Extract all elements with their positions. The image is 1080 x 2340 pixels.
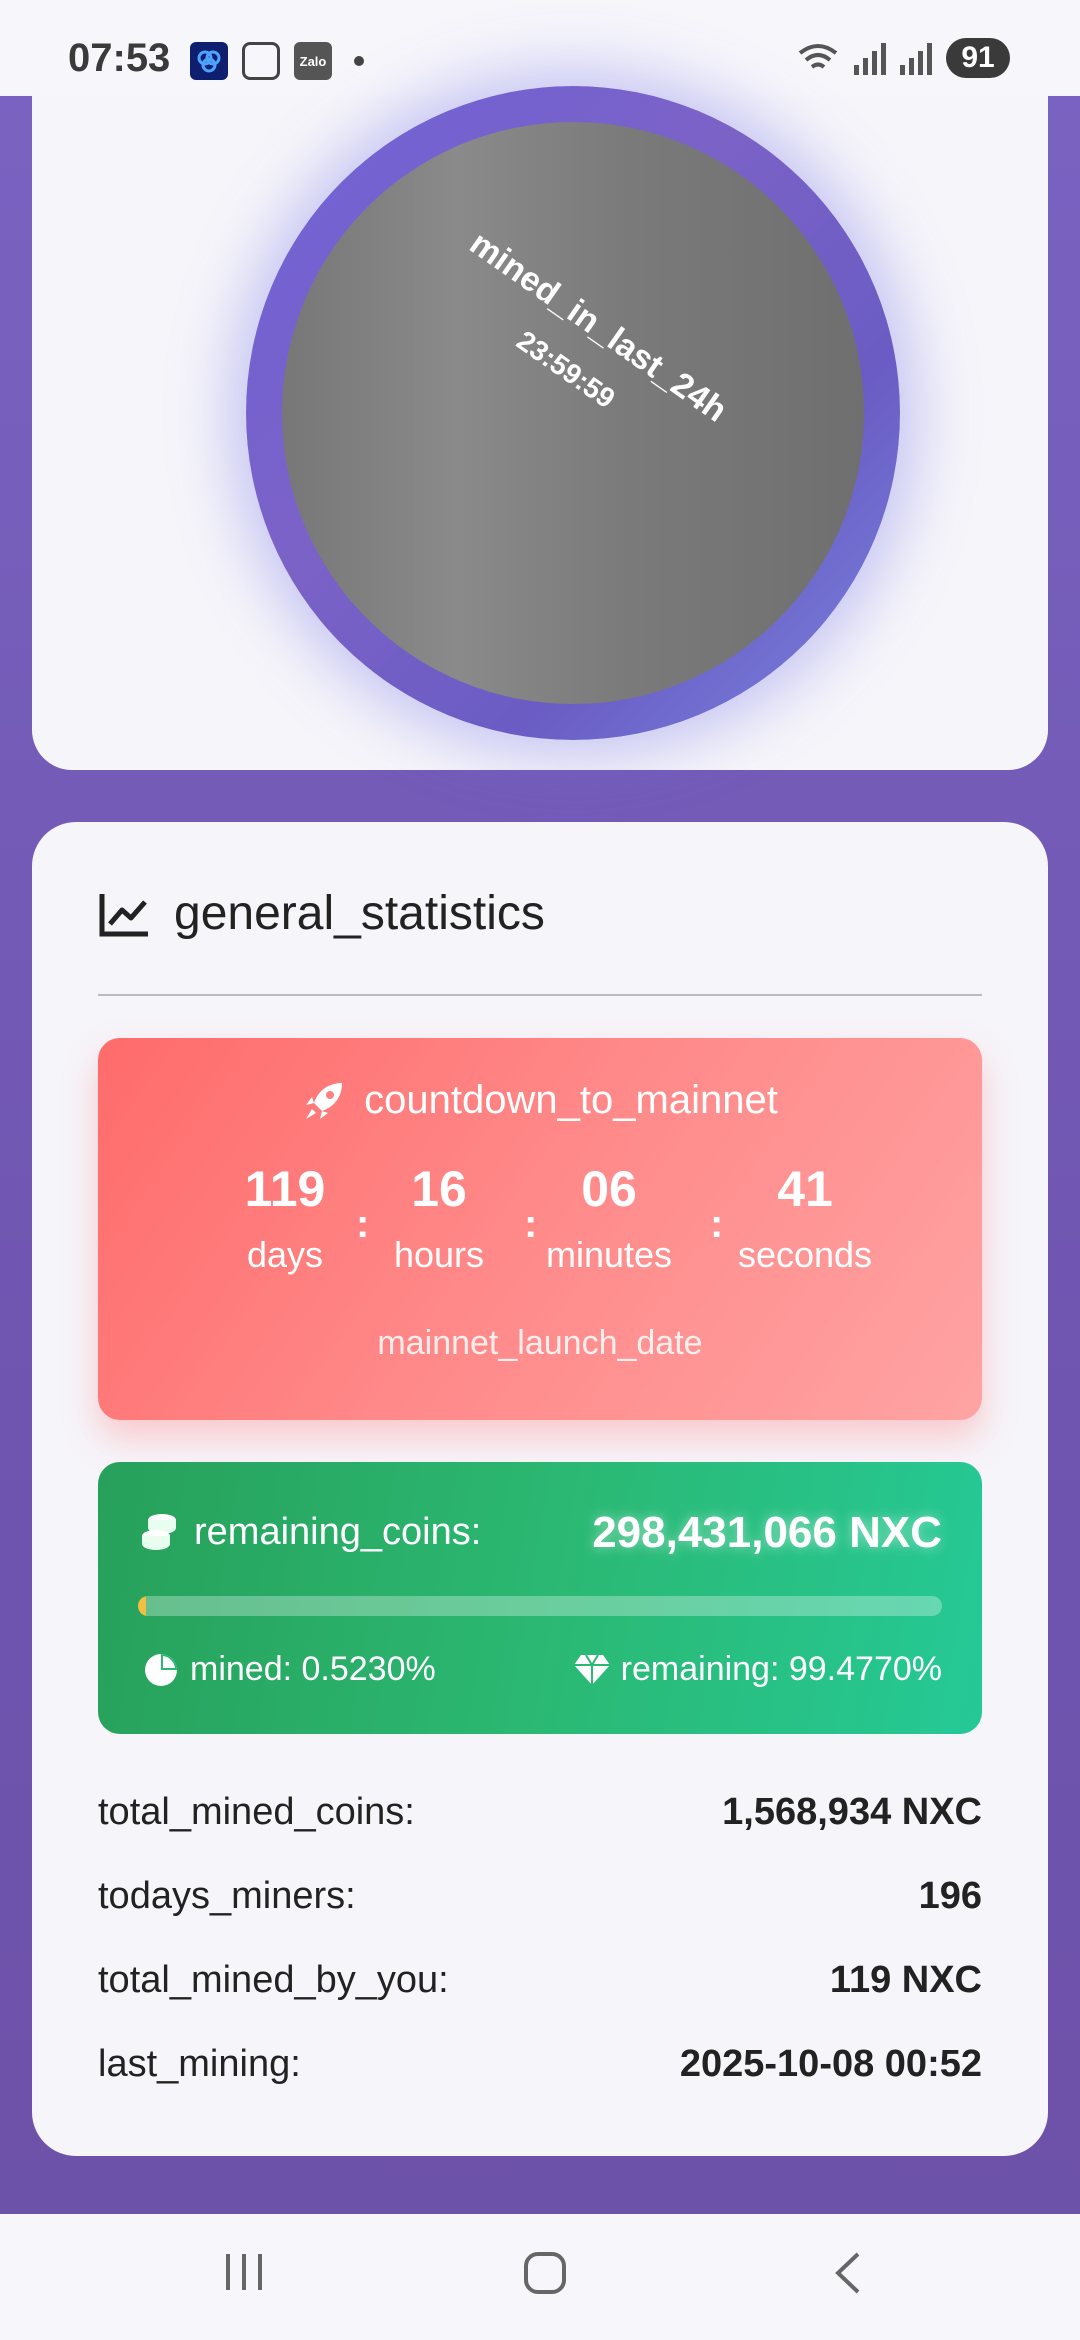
mined-progress-fill	[138, 1596, 147, 1616]
stat-label: total_mined_coins:	[98, 1790, 415, 1833]
stat-row-todays-miners: todays_miners: 196	[98, 1854, 982, 1938]
recents-icon[interactable]	[222, 2250, 266, 2294]
days-label: days	[246, 1234, 324, 1275]
mainnet-launch-date: mainnet_launch_date	[377, 1324, 703, 1362]
more-notifications-dot	[354, 56, 364, 66]
mining-orb[interactable]: mined_in_last_24h 23:59:59	[246, 86, 900, 740]
rocket-icon	[306, 1082, 343, 1119]
countdown-units: 119 days : 16 hours : 06 minutes : 41 se…	[98, 1160, 982, 1290]
app-icon	[190, 42, 228, 80]
home-icon[interactable]	[522, 2250, 568, 2296]
stat-value: 1,568,934 NXC	[722, 1790, 982, 1833]
hours-value: 16	[411, 1161, 467, 1217]
wifi-icon	[798, 44, 838, 69]
screenshot-icon	[242, 42, 280, 80]
pie-chart-icon	[145, 1653, 177, 1686]
orb-text: mined_in_last_24h 23:59:59	[434, 224, 734, 469]
mined-percent: mined: 0.5230%	[190, 1650, 436, 1688]
status-time: 07:53	[68, 36, 171, 80]
stat-label: last_mining:	[98, 2042, 301, 2085]
remaining-value: 298,431,066 NXC	[592, 1508, 942, 1557]
seconds-value: 41	[777, 1161, 833, 1217]
remaining-label-group: remaining_coins:	[138, 1510, 481, 1554]
remaining-percent-group: remaining: 99.4770%	[573, 1650, 942, 1689]
chart-line-icon	[99, 893, 148, 936]
mining-card: mined_in_last_24h 23:59:59	[32, 86, 1048, 770]
divider	[98, 994, 982, 996]
countdown-days: 119 days	[220, 1160, 350, 1276]
remaining-percent: remaining: 99.4770%	[620, 1650, 942, 1688]
stat-value: 196	[918, 1874, 982, 1917]
stat-value: 119 NXC	[829, 1958, 982, 2001]
system-icons: 91	[796, 38, 1010, 78]
stats-rows: total_mined_coins: 1,568,934 NXC todays_…	[98, 1770, 982, 2106]
mined-progress-bar	[138, 1596, 942, 1616]
notification-icons: Zalo	[190, 42, 364, 80]
days-value: 119	[244, 1161, 326, 1217]
separator: :	[356, 1202, 370, 1246]
minutes-value: 06	[581, 1161, 637, 1217]
coins-icon	[142, 1514, 176, 1550]
countdown-hours: 16 hours	[374, 1160, 504, 1276]
countdown-minutes: 06 minutes	[534, 1160, 684, 1276]
stat-label: todays_miners:	[98, 1874, 356, 1917]
minutes-label: minutes	[545, 1234, 673, 1275]
back-icon[interactable]	[828, 2250, 868, 2296]
gem-icon	[573, 1653, 610, 1685]
mined-percent-group: mined: 0.5230%	[142, 1650, 436, 1689]
stats-title: general_statistics	[174, 887, 545, 940]
status-bar: 07:53 Zalo 91	[0, 0, 1080, 96]
countdown-header: countdown_to_mainnet	[98, 1078, 982, 1123]
countdown-panel: countdown_to_mainnet 119 days : 16 hours…	[98, 1038, 982, 1420]
stat-row-total-mined: total_mined_coins: 1,568,934 NXC	[98, 1770, 982, 1854]
countdown-seconds: 41 seconds	[710, 1160, 900, 1276]
stat-row-last-mining: last_mining: 2025-10-08 00:52	[98, 2022, 982, 2106]
signal-icon	[854, 41, 886, 75]
seconds-label: seconds	[737, 1234, 873, 1275]
orb-face[interactable]: mined_in_last_24h 23:59:59	[282, 122, 864, 704]
signal-icon-2	[900, 41, 932, 75]
statistics-card: general_statistics countdown_to_mainnet …	[32, 822, 1048, 2156]
countdown-title: countdown_to_mainnet	[364, 1078, 778, 1122]
battery-indicator: 91	[946, 38, 1010, 78]
stats-header: general_statistics	[98, 886, 545, 941]
system-nav-bar	[0, 2214, 1080, 2340]
stat-row-mined-by-you: total_mined_by_you: 119 NXC	[98, 1938, 982, 2022]
hours-label: hours	[393, 1234, 485, 1275]
remaining-coins-panel: remaining_coins: 298,431,066 NXC mined: …	[98, 1462, 982, 1734]
remaining-label: remaining_coins:	[194, 1510, 482, 1553]
zalo-icon: Zalo	[294, 42, 332, 80]
stat-label: total_mined_by_you:	[98, 1958, 449, 2001]
stat-value: 2025-10-08 00:52	[679, 2042, 982, 2085]
